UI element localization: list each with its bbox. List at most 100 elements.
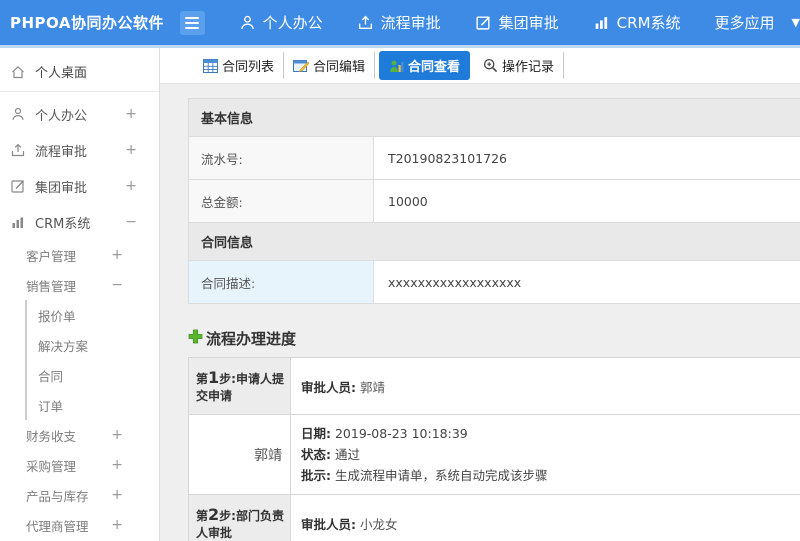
table-row: 合同描述: xxxxxxxxxxxxxxxxxx	[188, 260, 800, 304]
tab-contract-view[interactable]: 合同查看	[379, 51, 471, 80]
home-icon	[10, 64, 26, 80]
expand-icon[interactable]: +	[111, 488, 123, 502]
expand-icon[interactable]: +	[125, 143, 137, 157]
sidebar-item-label: 报价单	[38, 308, 76, 324]
step-detail-row: 郭靖 日期: 2019-08-23 10:18:39 状态: 通过 批示: 生成…	[188, 414, 800, 495]
sidebar-item-solution[interactable]: 解决方案	[25, 330, 159, 360]
sidebar-item-agent-management[interactable]: 代理商管理 +	[0, 510, 159, 540]
sidebar-item-label: 个人办公	[35, 108, 88, 124]
user-icon	[239, 14, 256, 31]
edit-table-icon	[293, 59, 310, 73]
sidebar-item-label: 流程审批	[35, 144, 88, 160]
sidebar-item-personal-office[interactable]: 个人办公 +	[0, 96, 159, 132]
sidebar-item-label: 销售管理	[26, 278, 77, 294]
collapse-icon[interactable]: −	[125, 215, 137, 229]
sidebar-item-quotation[interactable]: 报价单	[25, 300, 159, 330]
collapse-icon[interactable]: −	[111, 278, 123, 292]
tab-label: 合同编辑	[313, 60, 366, 75]
step-approver: 审批人员: 郭靖	[290, 357, 800, 415]
step-header-row: 第1步:申请人提交申请 审批人员: 郭靖	[188, 357, 800, 415]
sidebar-item-finance[interactable]: 财务收支 +	[0, 420, 159, 450]
approver-name: 郭靖	[188, 414, 291, 495]
sidebar-item-group-approval[interactable]: 集团审批 +	[0, 168, 159, 204]
main-content: 合同列表 合同编辑 合同查看 操作记录 基本信息 流水号: T201908231…	[160, 48, 800, 541]
sidebar-item-purchase-management[interactable]: 采购管理 +	[0, 450, 159, 480]
sidebar-item-label: 产品与库存	[26, 488, 89, 504]
sidebar-item-label: 解决方案	[38, 338, 89, 354]
field-label-serial: 流水号:	[188, 136, 374, 180]
table-row: 流水号: T20190823101726	[188, 136, 800, 180]
expand-icon[interactable]: +	[111, 248, 123, 262]
nav-more-apps[interactable]: 更多应用 ▼	[715, 12, 800, 33]
sidebar-item-crm-system[interactable]: CRM系统 −	[0, 204, 159, 240]
chart-icon	[593, 14, 610, 31]
field-label-total-amount: 总金额:	[188, 179, 374, 223]
nav-label: 更多应用	[714, 14, 775, 32]
sidebar-item-label: 采购管理	[26, 458, 77, 474]
sidebar-item-customer-management[interactable]: 客户管理 +	[0, 240, 159, 270]
detail-remark-line: 批示: 生成流程申请单，系统自动完成该步骤	[301, 468, 548, 483]
field-label-description: 合同描述:	[188, 260, 374, 304]
flow-icon	[10, 142, 26, 158]
expand-icon[interactable]: +	[125, 107, 137, 121]
contract-info-table: 基本信息 流水号: T20190823101726 总金额: 10000 合同信…	[188, 98, 800, 304]
sidebar-item-label: 个人桌面	[35, 66, 88, 81]
progress-section-header: 流程办理进度	[188, 328, 800, 349]
section-title-basic: 基本信息	[188, 98, 800, 137]
top-bar: PHPOA协同办公软件 个人办公 流程审批 集团审批 CRM系统 更多应用 ▼	[0, 0, 800, 45]
tab-label: 操作记录	[502, 60, 555, 75]
caret-down-icon: ▼	[791, 16, 800, 29]
menu-toggle-button[interactable]	[180, 10, 205, 35]
tab-operation-log[interactable]: 操作记录	[474, 52, 565, 79]
nav-label: 个人办公	[262, 14, 323, 32]
sidebar-item-label: 代理商管理	[26, 518, 89, 534]
nav-label: CRM系统	[616, 14, 681, 32]
tab-label: 合同查看	[408, 60, 461, 75]
section-title-contract: 合同信息	[188, 222, 800, 261]
edit-icon	[475, 14, 492, 31]
sidebar-item-order[interactable]: 订单	[25, 390, 159, 420]
detail-status-line: 状态: 通过	[301, 447, 360, 462]
sidebar-item-contract[interactable]: 合同	[25, 360, 159, 390]
sidebar-item-label: CRM系统	[35, 216, 91, 232]
step-title: 第2步:部门负责人审批	[188, 494, 291, 541]
sidebar-item-sales-management[interactable]: 销售管理 −	[0, 270, 159, 300]
tab-bar: 合同列表 合同编辑 合同查看 操作记录	[160, 48, 800, 84]
flow-icon	[357, 14, 374, 31]
tab-label: 合同列表	[222, 60, 275, 75]
nav-crm-system[interactable]: CRM系统	[593, 12, 681, 33]
expand-icon[interactable]: +	[125, 179, 137, 193]
workflow-steps-table: 第1步:申请人提交申请 审批人员: 郭靖 郭靖 日期: 2019-08-23 1…	[188, 357, 800, 541]
nav-label: 集团审批	[498, 14, 559, 32]
sidebar-item-product-inventory[interactable]: 产品与库存 +	[0, 480, 159, 510]
expand-icon[interactable]: +	[111, 518, 123, 532]
tab-contract-list[interactable]: 合同列表	[194, 52, 285, 79]
step-title: 第1步:申请人提交申请	[188, 357, 291, 415]
progress-title: 流程办理进度	[206, 330, 297, 348]
expand-icon[interactable]: +	[111, 428, 123, 442]
edit-icon	[10, 178, 26, 194]
tab-contract-edit[interactable]: 合同编辑	[284, 52, 376, 79]
chart-icon	[10, 214, 26, 230]
nav-workflow-approval[interactable]: 流程审批	[357, 12, 441, 33]
field-value-total-amount: 10000	[373, 179, 800, 223]
expand-icon[interactable]: +	[111, 458, 123, 472]
field-value-serial: T20190823101726	[373, 136, 800, 180]
step-header-row: 第2步:部门负责人审批 审批人员: 小龙女	[188, 494, 800, 541]
view-icon	[389, 59, 404, 73]
nav-group-approval[interactable]: 集团审批	[475, 12, 559, 33]
user-icon	[10, 106, 26, 122]
step-approver: 审批人员: 小龙女	[290, 494, 800, 541]
sidebar-item-personal-desktop[interactable]: 个人桌面	[0, 52, 159, 92]
section-header-row: 合同信息	[188, 222, 800, 261]
page-body: 基本信息 流水号: T20190823101726 总金额: 10000 合同信…	[160, 84, 800, 541]
sidebar-item-workflow-approval[interactable]: 流程审批 +	[0, 132, 159, 168]
section-header-row: 基本信息	[188, 98, 800, 137]
zoom-plus-icon	[483, 58, 498, 73]
sidebar: 个人桌面 个人办公 + 流程审批 + 集团审批 + CRM系统 − 客户管理 +…	[0, 48, 160, 541]
sidebar-item-label: 合同	[38, 368, 64, 384]
table-icon	[203, 58, 218, 73]
sidebar-item-label: 订单	[38, 398, 64, 414]
nav-personal-office[interactable]: 个人办公	[239, 12, 323, 33]
detail-date-line: 日期: 2019-08-23 10:18:39	[301, 426, 468, 441]
